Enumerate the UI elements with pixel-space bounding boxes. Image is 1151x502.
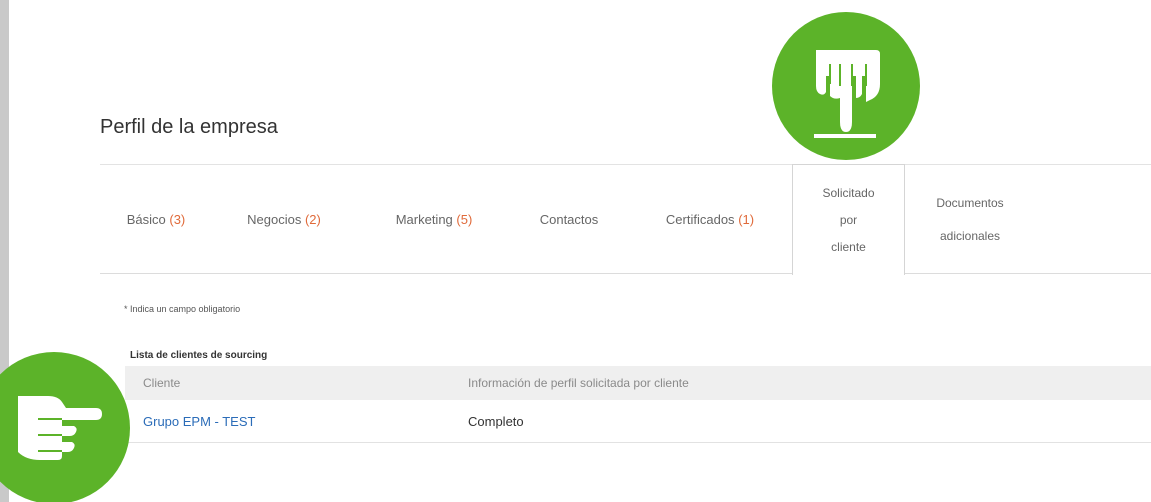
profile-tab-bar: Básico (3) Negocios (2) Marketing (5) Co… [100,164,1151,275]
tab-solicitado-line-2: por [839,212,858,227]
table-row: Grupo EPM - TEST Completo [125,400,1151,443]
tab-negocios-label: Negocios [247,211,302,227]
tab-content: * Indica un campo obligatorio Lista de c… [100,275,1151,502]
tab-contactos-label: Contactos [539,211,599,227]
tab-certificados-label: Certificados [665,211,735,227]
tab-contactos[interactable]: Contactos [526,165,612,274]
tab-certificados-count: (1) [738,211,755,227]
tab-basico[interactable]: Básico (3) [116,165,196,274]
client-link[interactable]: Grupo EPM - TEST [143,414,255,429]
column-header-info: Información de perfil solicitada por cli… [468,376,689,390]
client-list-title: Lista de clientes de sourcing [130,350,268,361]
tab-documentos-line-2: adicionales [939,228,1001,243]
table-cell-status: Completo [468,413,524,429]
tab-documentos-line-1: Documentos [936,195,1004,210]
tab-marketing[interactable]: Marketing (5) [378,165,490,274]
callout-left [0,352,130,502]
pointing-down-hand-icon [814,50,880,138]
tab-basico-count: (3) [169,211,186,227]
tab-solicitado-line-1: Solicitado [822,185,875,200]
client-table: Cliente Información de perfil solicitada… [125,366,1151,443]
table-header: Cliente Información de perfil solicitada… [125,366,1151,400]
tab-basico-label: Básico [126,211,166,227]
tab-marketing-count: (5) [456,211,473,227]
column-header-cliente: Cliente [143,376,181,390]
page-title: Perfil de la empresa [100,116,278,138]
tab-solicitado-line-3: cliente [831,239,866,254]
tab-documentos-adicionales[interactable]: Documentos adicionales [910,165,1030,274]
callout-top [772,12,920,160]
tab-marketing-label: Marketing [395,211,453,227]
tab-negocios-count: (2) [304,211,321,227]
required-field-note: * Indica un campo obligatorio [124,304,241,314]
table-cell-client: Grupo EPM - TEST [125,414,461,429]
tab-negocios[interactable]: Negocios (2) [226,165,342,274]
tab-certificados[interactable]: Certificados (1) [652,165,768,274]
tab-solicitado-por-cliente[interactable]: Solicitado por cliente [792,164,905,275]
page: Perfil de la empresa Básico (3) Negocios… [0,0,1151,502]
pointing-right-hand-icon [18,396,102,460]
